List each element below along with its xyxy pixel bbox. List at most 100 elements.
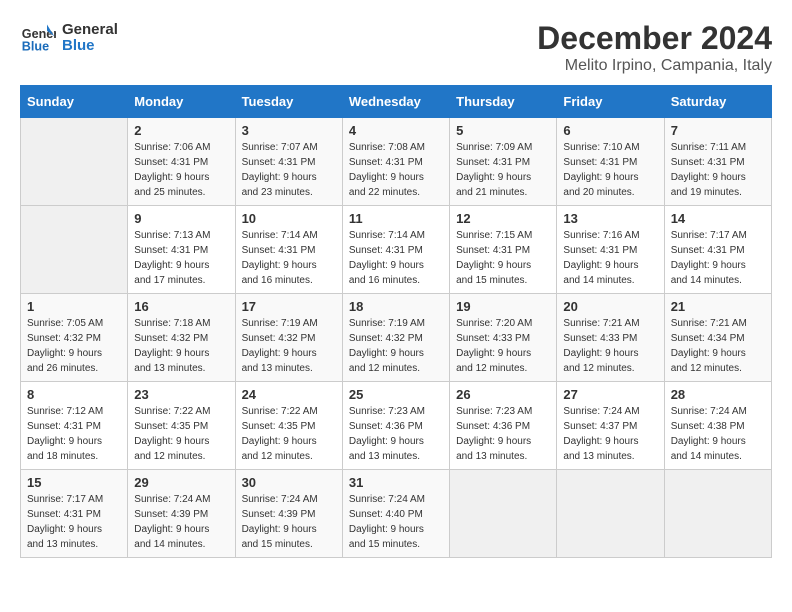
col-tuesday: Tuesday bbox=[235, 86, 342, 118]
day-number: 21 bbox=[671, 299, 765, 314]
table-row: 10 Sunrise: 7:14 AMSunset: 4:31 PMDayligh… bbox=[235, 206, 342, 294]
day-number: 7 bbox=[671, 123, 765, 138]
day-number: 6 bbox=[563, 123, 657, 138]
day-number: 13 bbox=[563, 211, 657, 226]
day-info: Sunrise: 7:19 AMSunset: 4:32 PMDaylight:… bbox=[349, 316, 443, 376]
day-number: 12 bbox=[456, 211, 550, 226]
day-info: Sunrise: 7:17 AMSunset: 4:31 PMDaylight:… bbox=[27, 492, 121, 552]
day-info: Sunrise: 7:20 AMSunset: 4:33 PMDaylight:… bbox=[456, 316, 550, 376]
day-number: 25 bbox=[349, 387, 443, 402]
day-info: Sunrise: 7:22 AMSunset: 4:35 PMDaylight:… bbox=[242, 404, 336, 464]
day-number: 18 bbox=[349, 299, 443, 314]
table-row bbox=[557, 470, 664, 558]
day-info: Sunrise: 7:16 AMSunset: 4:31 PMDaylight:… bbox=[563, 228, 657, 288]
table-row: 28 Sunrise: 7:24 AMSunset: 4:38 PMDayligh… bbox=[664, 382, 771, 470]
day-info: Sunrise: 7:11 AMSunset: 4:31 PMDaylight:… bbox=[671, 140, 765, 200]
day-info: Sunrise: 7:19 AMSunset: 4:32 PMDaylight:… bbox=[242, 316, 336, 376]
day-info: Sunrise: 7:12 AMSunset: 4:31 PMDaylight:… bbox=[27, 404, 121, 464]
day-number: 2 bbox=[134, 123, 228, 138]
page-subtitle: Melito Irpino, Campania, Italy bbox=[537, 57, 772, 75]
day-number: 15 bbox=[27, 475, 121, 490]
table-row: 4 Sunrise: 7:08 AMSunset: 4:31 PMDaylight… bbox=[342, 118, 449, 206]
day-info: Sunrise: 7:24 AMSunset: 4:39 PMDaylight:… bbox=[242, 492, 336, 552]
table-row bbox=[21, 206, 128, 294]
table-row: 25 Sunrise: 7:23 AMSunset: 4:36 PMDayligh… bbox=[342, 382, 449, 470]
day-info: Sunrise: 7:18 AMSunset: 4:32 PMDaylight:… bbox=[134, 316, 228, 376]
table-row: 20Sunrise: 7:21 AMSunset: 4:33 PMDayligh… bbox=[557, 294, 664, 382]
day-number: 4 bbox=[349, 123, 443, 138]
day-number: 17 bbox=[242, 299, 336, 314]
day-info: Sunrise: 7:06 AMSunset: 4:31 PMDaylight:… bbox=[134, 140, 228, 200]
table-row: 14Sunrise: 7:17 AMSunset: 4:31 PMDayligh… bbox=[664, 206, 771, 294]
table-row: 21 Sunrise: 7:21 AMSunset: 4:34 PMDayligh… bbox=[664, 294, 771, 382]
day-info: Sunrise: 7:17 AMSunset: 4:31 PMDaylight:… bbox=[671, 228, 765, 288]
table-row: 29 Sunrise: 7:24 AMSunset: 4:39 PMDayligh… bbox=[128, 470, 235, 558]
page-title: December 2024 bbox=[537, 20, 772, 57]
table-row: 2 Sunrise: 7:06 AMSunset: 4:31 PMDaylight… bbox=[128, 118, 235, 206]
day-info: Sunrise: 7:21 AMSunset: 4:33 PMDaylight:… bbox=[563, 316, 657, 376]
day-number: 28 bbox=[671, 387, 765, 402]
day-number: 24 bbox=[242, 387, 336, 402]
table-row: 5 Sunrise: 7:09 AMSunset: 4:31 PMDaylight… bbox=[450, 118, 557, 206]
day-info: Sunrise: 7:05 AMSunset: 4:32 PMDaylight:… bbox=[27, 316, 121, 376]
day-number: 30 bbox=[242, 475, 336, 490]
table-row: 19 Sunrise: 7:20 AMSunset: 4:33 PMDayligh… bbox=[450, 294, 557, 382]
calendar-row: 1 Sunrise: 7:05 AMSunset: 4:32 PMDaylight… bbox=[21, 294, 772, 382]
table-row: 15 Sunrise: 7:17 AMSunset: 4:31 PMDayligh… bbox=[21, 470, 128, 558]
day-info: Sunrise: 7:24 AMSunset: 4:39 PMDaylight:… bbox=[134, 492, 228, 552]
day-number: 8 bbox=[27, 387, 121, 402]
day-number: 5 bbox=[456, 123, 550, 138]
table-row: 13 Sunrise: 7:16 AMSunset: 4:31 PMDayligh… bbox=[557, 206, 664, 294]
table-row: 7 Sunrise: 7:11 AMSunset: 4:31 PMDaylight… bbox=[664, 118, 771, 206]
table-row: 12 Sunrise: 7:15 AMSunset: 4:31 PMDayligh… bbox=[450, 206, 557, 294]
table-row bbox=[21, 118, 128, 206]
table-row: 31 Sunrise: 7:24 AMSunset: 4:40 PMDayligh… bbox=[342, 470, 449, 558]
header: General Blue General Blue December 2024 … bbox=[20, 20, 772, 75]
day-info: Sunrise: 7:24 AMSunset: 4:38 PMDaylight:… bbox=[671, 404, 765, 464]
day-number: 9 bbox=[134, 211, 228, 226]
table-row: 3Sunrise: 7:07 AMSunset: 4:31 PMDaylight… bbox=[235, 118, 342, 206]
day-info: Sunrise: 7:08 AMSunset: 4:31 PMDaylight:… bbox=[349, 140, 443, 200]
day-info: Sunrise: 7:14 AMSunset: 4:31 PMDaylight:… bbox=[242, 228, 336, 288]
calendar-table: Sunday Monday Tuesday Wednesday Thursday… bbox=[20, 85, 772, 558]
day-number: 1 bbox=[27, 299, 121, 314]
col-wednesday: Wednesday bbox=[342, 86, 449, 118]
day-info: Sunrise: 7:24 AMSunset: 4:40 PMDaylight:… bbox=[349, 492, 443, 552]
col-monday: Monday bbox=[128, 86, 235, 118]
table-row: 8 Sunrise: 7:12 AMSunset: 4:31 PMDaylight… bbox=[21, 382, 128, 470]
col-saturday: Saturday bbox=[664, 86, 771, 118]
day-info: Sunrise: 7:14 AMSunset: 4:31 PMDaylight:… bbox=[349, 228, 443, 288]
col-sunday: Sunday bbox=[21, 86, 128, 118]
day-info: Sunrise: 7:21 AMSunset: 4:34 PMDaylight:… bbox=[671, 316, 765, 376]
day-number: 27 bbox=[563, 387, 657, 402]
table-row: 16 Sunrise: 7:18 AMSunset: 4:32 PMDayligh… bbox=[128, 294, 235, 382]
table-row: 24 Sunrise: 7:22 AMSunset: 4:35 PMDayligh… bbox=[235, 382, 342, 470]
svg-text:Blue: Blue bbox=[22, 40, 49, 54]
day-info: Sunrise: 7:09 AMSunset: 4:31 PMDaylight:… bbox=[456, 140, 550, 200]
calendar-header-row: Sunday Monday Tuesday Wednesday Thursday… bbox=[21, 86, 772, 118]
logo-blue: Blue bbox=[62, 38, 118, 55]
day-info: Sunrise: 7:10 AMSunset: 4:31 PMDaylight:… bbox=[563, 140, 657, 200]
day-info: Sunrise: 7:13 AMSunset: 4:31 PMDaylight:… bbox=[134, 228, 228, 288]
day-info: Sunrise: 7:23 AMSunset: 4:36 PMDaylight:… bbox=[349, 404, 443, 464]
logo-icon: General Blue bbox=[20, 20, 56, 56]
table-row: 6 Sunrise: 7:10 AMSunset: 4:31 PMDaylight… bbox=[557, 118, 664, 206]
table-row: 11Sunrise: 7:14 AMSunset: 4:31 PMDayligh… bbox=[342, 206, 449, 294]
day-info: Sunrise: 7:15 AMSunset: 4:31 PMDaylight:… bbox=[456, 228, 550, 288]
day-number: 31 bbox=[349, 475, 443, 490]
calendar-row: 9 Sunrise: 7:13 AMSunset: 4:31 PMDaylight… bbox=[21, 206, 772, 294]
day-number: 16 bbox=[134, 299, 228, 314]
calendar-row: 15 Sunrise: 7:17 AMSunset: 4:31 PMDayligh… bbox=[21, 470, 772, 558]
table-row: 26Sunrise: 7:23 AMSunset: 4:36 PMDayligh… bbox=[450, 382, 557, 470]
table-row bbox=[450, 470, 557, 558]
day-number: 19 bbox=[456, 299, 550, 314]
day-number: 23 bbox=[134, 387, 228, 402]
day-info: Sunrise: 7:22 AMSunset: 4:35 PMDaylight:… bbox=[134, 404, 228, 464]
day-number: 29 bbox=[134, 475, 228, 490]
day-info: Sunrise: 7:24 AMSunset: 4:37 PMDaylight:… bbox=[563, 404, 657, 464]
day-info: Sunrise: 7:07 AMSunset: 4:31 PMDaylight:… bbox=[242, 140, 336, 200]
table-row: 1 Sunrise: 7:05 AMSunset: 4:32 PMDaylight… bbox=[21, 294, 128, 382]
table-row: 17 Sunrise: 7:19 AMSunset: 4:32 PMDayligh… bbox=[235, 294, 342, 382]
day-number: 10 bbox=[242, 211, 336, 226]
table-row bbox=[664, 470, 771, 558]
